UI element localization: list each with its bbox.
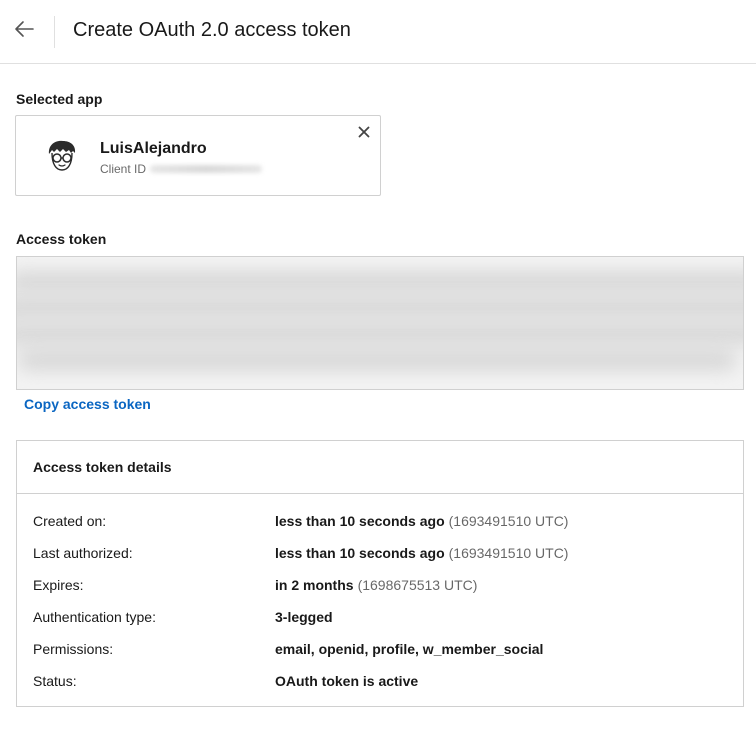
detail-row-created-on: Created on: less than 10 seconds ago (169…	[17, 511, 743, 543]
details-list: Created on: less than 10 seconds ago (169…	[17, 494, 743, 703]
access-token-label: Access token	[16, 231, 107, 247]
access-token-value-redacted	[17, 257, 743, 389]
detail-label: Permissions:	[33, 641, 114, 657]
detail-value: less than 10 seconds ago (1693491510 UTC)	[275, 513, 569, 529]
detail-label: Last authorized:	[33, 545, 133, 561]
detail-row-authentication-type: Authentication type: 3-legged	[17, 607, 743, 639]
close-icon	[358, 126, 370, 138]
detail-row-last-authorized: Last authorized: less than 10 seconds ag…	[17, 543, 743, 575]
selected-app-label: Selected app	[16, 91, 103, 107]
avatar	[44, 138, 80, 174]
client-id-label: Client ID	[100, 162, 147, 176]
header-divider	[54, 16, 55, 48]
detail-label: Authentication type:	[33, 609, 156, 625]
access-token-field[interactable]	[16, 256, 744, 390]
app-name: LuisAlejandro	[100, 140, 207, 157]
detail-row-expires: Expires: in 2 months (1698675513 UTC)	[17, 575, 743, 607]
detail-label: Expires:	[33, 577, 84, 593]
detail-value: less than 10 seconds ago (1693491510 UTC)	[275, 545, 569, 561]
remove-app-button[interactable]	[356, 124, 372, 140]
page-title: Create OAuth 2.0 access token	[73, 19, 351, 41]
details-title: Access token details	[17, 441, 743, 494]
detail-value: OAuth token is active	[275, 673, 419, 689]
avatar-glasses-icon	[48, 140, 76, 171]
copy-access-token-link[interactable]: Copy access token	[24, 395, 151, 413]
detail-row-permissions: Permissions: email, openid, profile, w_m…	[17, 639, 743, 671]
detail-row-status: Status: OAuth token is active	[17, 671, 743, 703]
detail-value: 3-legged	[275, 609, 333, 625]
client-id-value-redacted	[150, 165, 263, 173]
selected-app-card: LuisAlejandro Client ID	[15, 115, 381, 196]
page-header: Create OAuth 2.0 access token	[0, 0, 756, 64]
arrow-left-icon	[15, 21, 34, 37]
detail-label: Status:	[33, 673, 77, 689]
back-button[interactable]	[8, 13, 40, 45]
detail-value: email, openid, profile, w_member_social	[275, 641, 544, 657]
detail-label: Created on:	[33, 513, 107, 529]
client-id-row: Client ID	[100, 161, 263, 177]
detail-value: in 2 months (1698675513 UTC)	[275, 577, 478, 593]
access-token-details-card: Access token details Created on: less th…	[16, 440, 744, 707]
